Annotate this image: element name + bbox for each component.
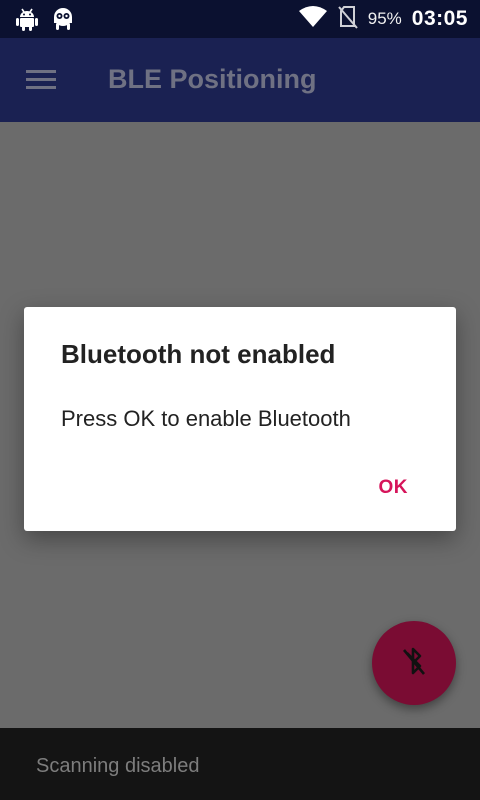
bluetooth-fab-button[interactable] [372, 621, 456, 705]
app-bar: BLE Positioning [0, 38, 480, 122]
clock: 03:05 [411, 7, 468, 30]
snackbar-text: Scanning disabled [36, 755, 200, 777]
hamburger-menu-icon[interactable] [26, 67, 58, 93]
no-sim-icon [337, 5, 358, 34]
ghost-icon [52, 7, 74, 36]
dialog-message: Press OK to enable Bluetooth [61, 406, 351, 431]
bluetooth-dialog: Bluetooth not enabled Press OK to enable… [24, 307, 456, 531]
battery-percent: 95% [367, 9, 402, 28]
status-bar: 95% 03:05 [0, 0, 480, 38]
android-icon [16, 7, 38, 36]
snackbar: Scanning disabled [0, 728, 480, 800]
bluetooth-disabled-icon [399, 644, 429, 683]
wifi-icon [298, 5, 328, 33]
ok-button[interactable]: OK [379, 477, 409, 499]
dialog-title: Bluetooth not enabled [61, 339, 336, 369]
app-title: BLE Positioning [108, 64, 317, 94]
